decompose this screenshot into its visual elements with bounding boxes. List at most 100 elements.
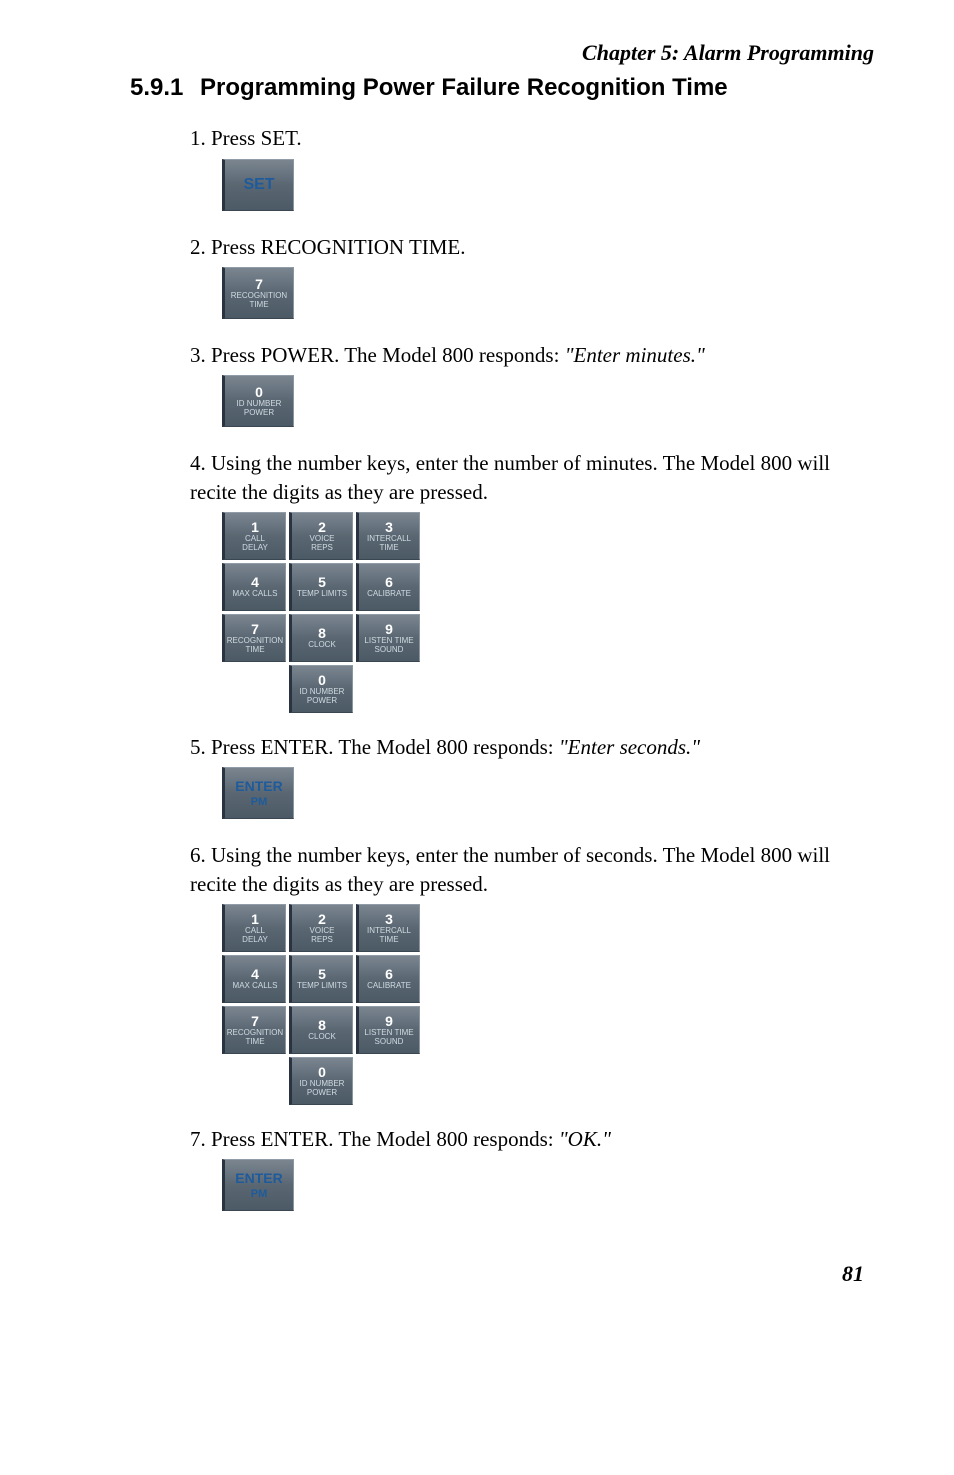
key-8: 8CLOCK <box>289 1006 353 1054</box>
key-label: REPS <box>311 936 333 945</box>
response-text: "Enter minutes." <box>565 343 705 367</box>
step-num: 4. <box>190 451 206 475</box>
key-digit: 9 <box>385 622 393 636</box>
key-label: TIME <box>379 544 398 553</box>
key-digit: 1 <box>251 520 259 534</box>
key-9: 9LISTEN TIMESOUND <box>356 1006 420 1054</box>
key-digit: 6 <box>385 575 393 589</box>
key-0: 0ID NUMBERPOWER <box>289 1057 353 1105</box>
key-digit: 2 <box>318 912 326 926</box>
key-digit: 3 <box>385 520 393 534</box>
key-label: TEMP LIMITS <box>297 982 347 991</box>
key-digit: 5 <box>318 967 326 981</box>
key-7: 7 RECOGNITION TIME <box>222 267 294 319</box>
key-4: 4MAX CALLS <box>222 563 286 611</box>
key-label: TIME <box>249 301 268 310</box>
key-digit: 0 <box>318 673 326 687</box>
key-9: 9LISTEN TIMESOUND <box>356 614 420 662</box>
key-0: 0 ID NUMBER POWER <box>222 375 294 427</box>
key-label: TEMP LIMITS <box>297 590 347 599</box>
key-label: TIME <box>379 936 398 945</box>
key-digit: 6 <box>385 967 393 981</box>
section-title: 5.9.1Programming Power Failure Recogniti… <box>130 72 874 104</box>
key-digit: 8 <box>318 626 326 640</box>
key-label: POWER <box>307 1089 337 1098</box>
keypad-2: 1CALLDELAY 2VOICEREPS 3INTERCALLTIME 4MA… <box>222 904 874 1105</box>
key-label: MAX CALLS <box>233 982 278 991</box>
key-label: DELAY <box>242 544 268 553</box>
step-num: 2. <box>190 235 206 259</box>
step-5: 5. Press ENTER. The Model 800 responds: … <box>190 733 874 761</box>
step-text: Press POWER. The Model 800 responds: <box>211 343 565 367</box>
key-3: 3INTERCALLTIME <box>356 904 420 952</box>
key-label: REPS <box>311 544 333 553</box>
key-label: MAX CALLS <box>233 590 278 599</box>
key-5: 5TEMP LIMITS <box>289 563 353 611</box>
step-2: 2. Press RECOGNITION TIME. <box>190 233 874 261</box>
key-5: 5TEMP LIMITS <box>289 955 353 1003</box>
section-number: 5.9.1 <box>130 72 200 104</box>
key-digit: 7 <box>255 277 263 291</box>
page-number: 81 <box>130 1261 874 1287</box>
chapter-header: Chapter 5: Alarm Programming <box>130 40 874 66</box>
key-label: CALIBRATE <box>367 982 411 991</box>
set-key: SET <box>222 159 294 211</box>
key-label: DELAY <box>242 936 268 945</box>
step-num: 5. <box>190 735 206 759</box>
key-digit: 7 <box>251 1014 259 1028</box>
key-label: POWER <box>307 697 337 706</box>
key-label: CLOCK <box>308 1033 336 1042</box>
step-6: 6. Using the number keys, enter the numb… <box>190 841 874 898</box>
step-7: 7. Press ENTER. The Model 800 responds: … <box>190 1125 874 1153</box>
key-label: SOUND <box>375 1038 404 1047</box>
key-label: SOUND <box>375 646 404 655</box>
step-num: 3. <box>190 343 206 367</box>
step-4: 4. Using the number keys, enter the numb… <box>190 449 874 506</box>
key-label: POWER <box>244 409 274 418</box>
key-4: 4MAX CALLS <box>222 955 286 1003</box>
key-6: 6CALIBRATE <box>356 563 420 611</box>
key-1: 1CALLDELAY <box>222 904 286 952</box>
key-7: 7RECOGNITIONTIME <box>222 1006 286 1054</box>
key-8: 8CLOCK <box>289 614 353 662</box>
enter-main: ENTER <box>235 779 282 794</box>
step-text: Press ENTER. The Model 800 responds: <box>211 1127 559 1151</box>
step-num: 7. <box>190 1127 206 1151</box>
key-label: TIME <box>245 1038 264 1047</box>
key-label: CALIBRATE <box>367 590 411 599</box>
step-text: Press RECOGNITION TIME. <box>211 235 466 259</box>
enter-sub: PM <box>251 1188 268 1200</box>
key-digit: 9 <box>385 1014 393 1028</box>
key-7: 7RECOGNITIONTIME <box>222 614 286 662</box>
key-digit: 0 <box>318 1065 326 1079</box>
key-digit: 2 <box>318 520 326 534</box>
enter-sub: PM <box>251 796 268 808</box>
step-num: 1. <box>190 126 206 150</box>
key-digit: 5 <box>318 575 326 589</box>
step-text: Using the number keys, enter the number … <box>190 451 830 503</box>
enter-key: ENTER PM <box>222 1159 294 1211</box>
key-digit: 8 <box>318 1018 326 1032</box>
key-0: 0ID NUMBERPOWER <box>289 665 353 713</box>
key-6: 6CALIBRATE <box>356 955 420 1003</box>
key-label: TIME <box>245 646 264 655</box>
key-digit: 7 <box>251 622 259 636</box>
section-heading: Programming Power Failure Recognition Ti… <box>200 72 820 104</box>
step-text: Using the number keys, enter the number … <box>190 843 830 895</box>
enter-key: ENTER PM <box>222 767 294 819</box>
step-text: Press ENTER. The Model 800 responds: <box>211 735 559 759</box>
keypad-1: 1CALLDELAY 2VOICEREPS 3INTERCALLTIME 4MA… <box>222 512 874 713</box>
enter-main: ENTER <box>235 1171 282 1186</box>
response-text: "Enter seconds." <box>559 735 700 759</box>
key-2: 2VOICEREPS <box>289 512 353 560</box>
step-num: 6. <box>190 843 206 867</box>
key-label: CLOCK <box>308 641 336 650</box>
key-2: 2VOICEREPS <box>289 904 353 952</box>
key-3: 3INTERCALLTIME <box>356 512 420 560</box>
step-3: 3. Press POWER. The Model 800 responds: … <box>190 341 874 369</box>
key-1: 1CALLDELAY <box>222 512 286 560</box>
key-digit: 4 <box>251 575 259 589</box>
step-text: Press SET. <box>211 126 302 150</box>
response-text: "OK." <box>559 1127 611 1151</box>
key-digit: 4 <box>251 967 259 981</box>
